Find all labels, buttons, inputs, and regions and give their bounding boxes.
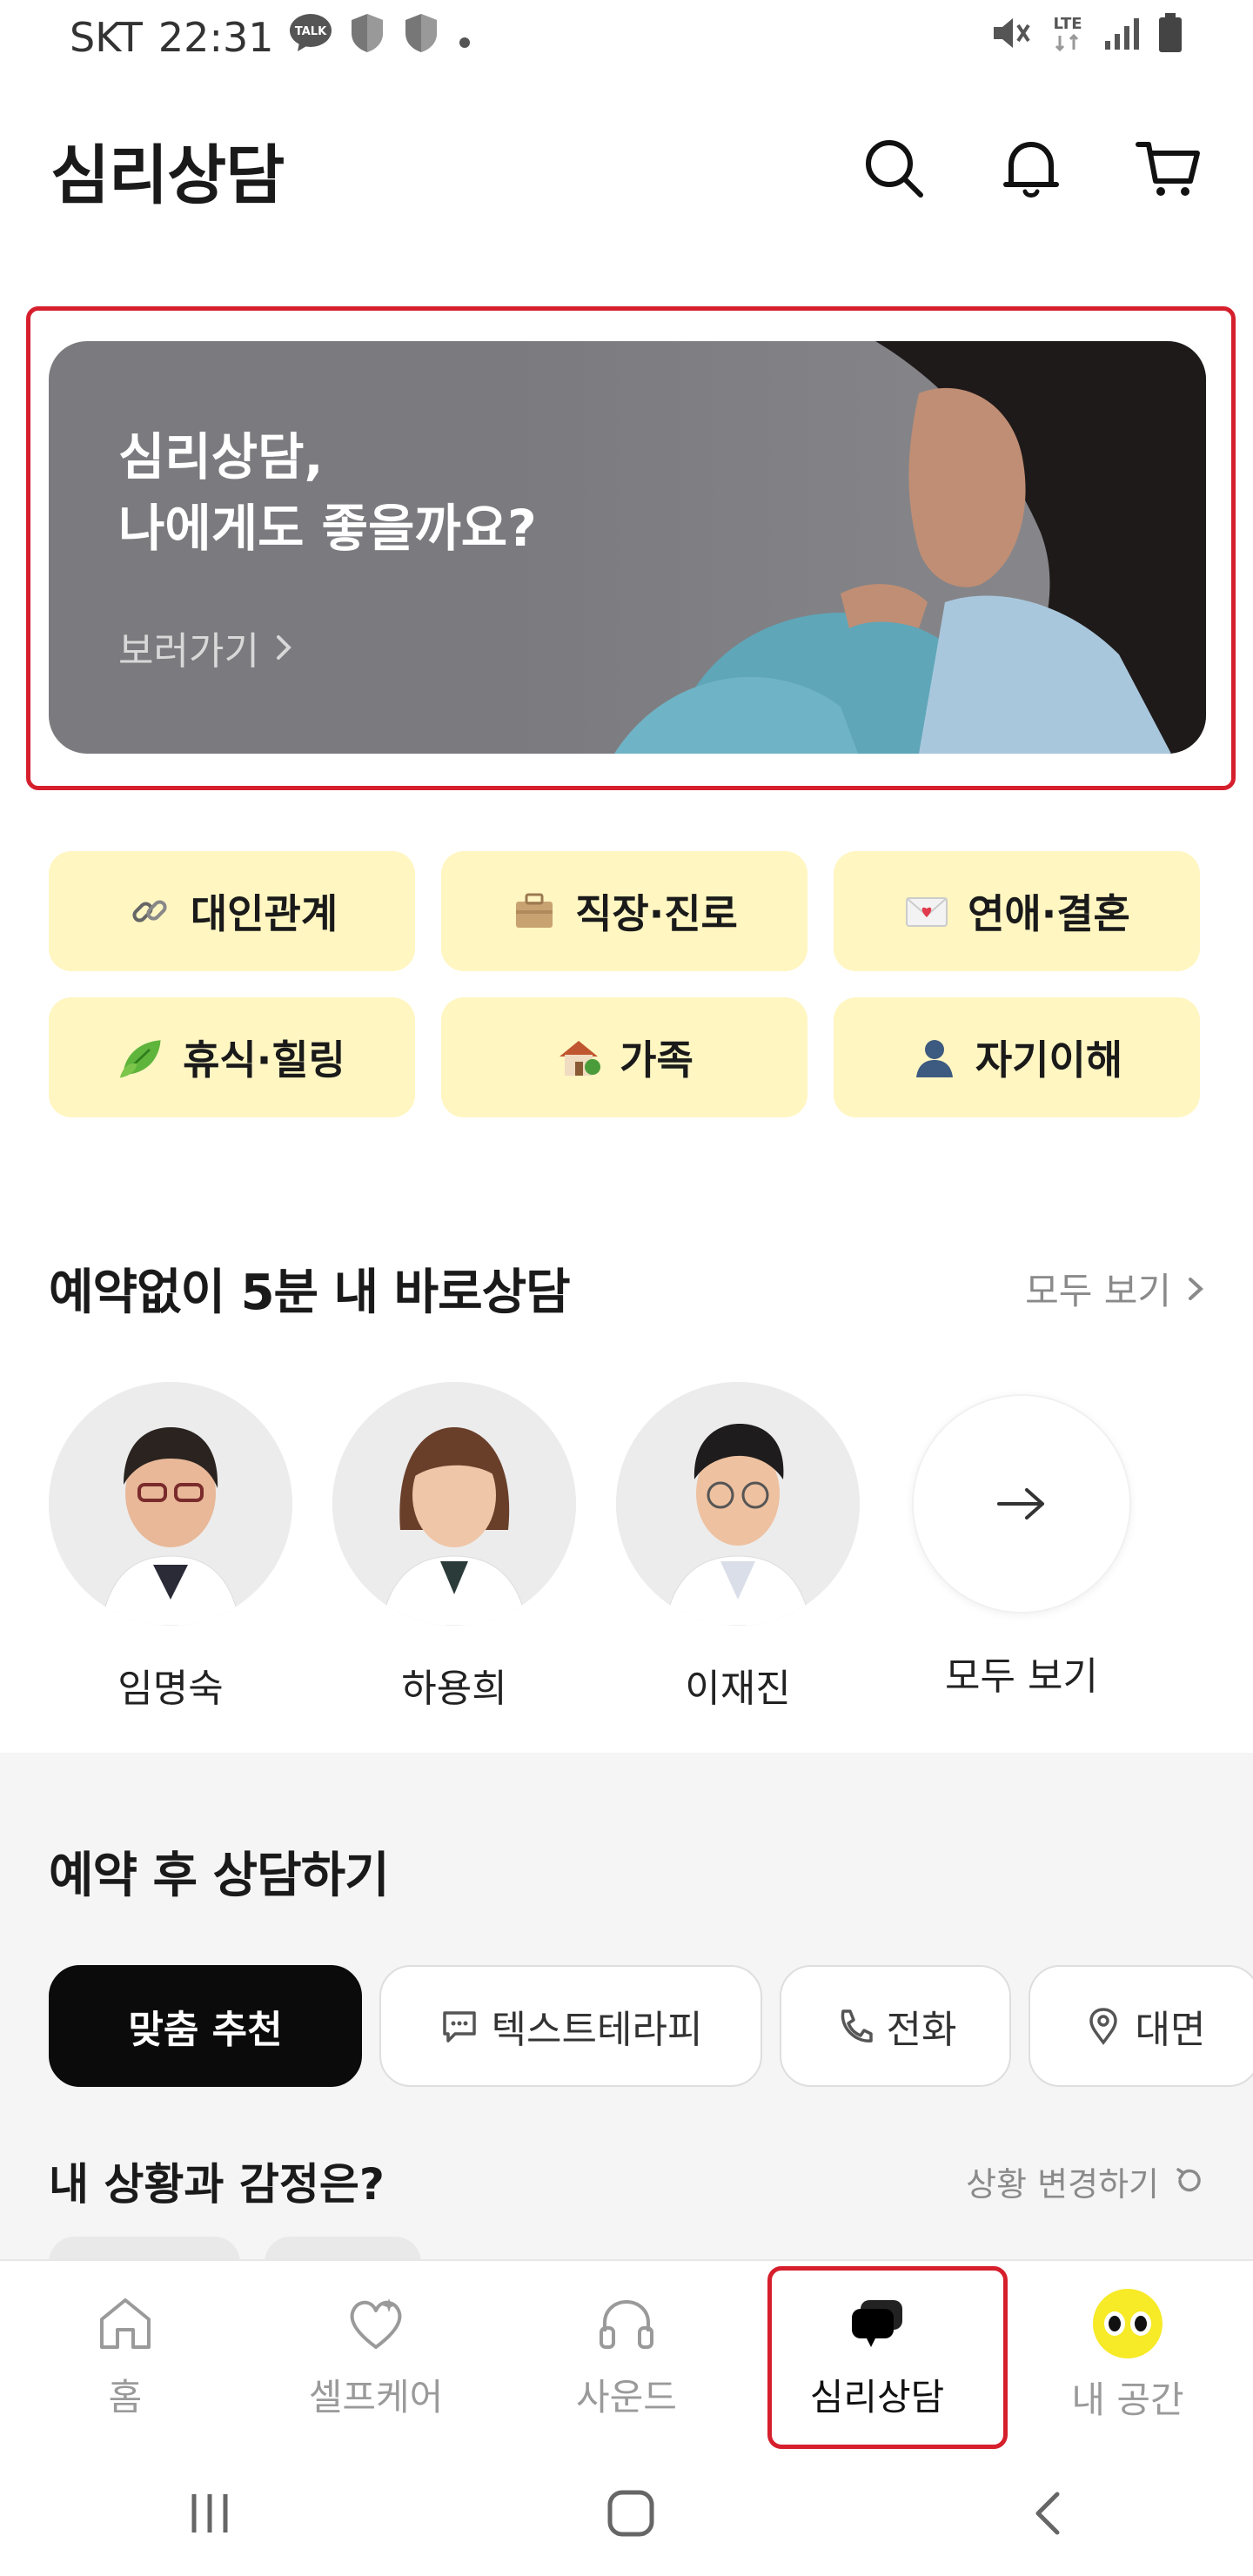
app-header: 심리상담 — [0, 113, 1253, 226]
avatar — [616, 1382, 860, 1626]
nav-home[interactable]: 홈 — [0, 2261, 251, 2451]
category-chip-relationship[interactable]: 대인관계 — [49, 851, 415, 971]
counselor-name: 하용희 — [401, 1667, 507, 1711]
section-title: 예약 후 상담하기 — [49, 1848, 390, 1904]
filter-text-therapy[interactable]: 텍스트테라피 — [379, 1965, 762, 2087]
avatar — [49, 1382, 292, 1626]
shield-icon — [348, 12, 386, 64]
banner-headline: 심리상담, 나에게도 좋을까요? — [118, 427, 537, 558]
cart-icon[interactable] — [1135, 134, 1203, 205]
recent-apps-icon[interactable] — [184, 2489, 236, 2538]
bottom-navigation: 홈 셀프케어 사운드 심리상담 내 공간 — [0, 2259, 1253, 2451]
person-icon — [911, 1034, 958, 1081]
home-icon — [100, 2298, 151, 2349]
mute-icon — [990, 13, 1032, 63]
category-chip-family[interactable]: 가족 — [441, 997, 807, 1117]
filter-in-person[interactable]: 대면 — [1029, 1965, 1253, 2087]
svg-text:TALK: TALK — [295, 25, 327, 38]
chevron-right-icon — [276, 635, 291, 660]
quick-counsel-header: 예약없이 5분 내 바로상담 모두 보기 — [49, 1253, 1206, 1324]
kakaotalk-icon: TALK — [289, 13, 332, 63]
my-space-face-icon — [1093, 2288, 1163, 2358]
filter-recommended[interactable]: 맞춤 추천 — [49, 1965, 362, 2087]
avatar — [332, 1382, 576, 1626]
see-all-counselors[interactable]: 모두 보기 — [900, 1382, 1143, 1713]
leaf-icon — [118, 1034, 165, 1081]
counselor-card[interactable]: 임명숙 — [49, 1382, 292, 1713]
category-chip-healing[interactable]: 휴식·힐링 — [49, 997, 415, 1117]
system-navigation-bar — [0, 2451, 1253, 2576]
carrier-label: SKT — [70, 14, 143, 61]
counselor-card[interactable]: 하용희 — [332, 1382, 576, 1713]
counsel-filter-tabs: 맞춤 추천 텍스트테라피 전화 대면 — [49, 1965, 1253, 2087]
category-chip-career[interactable]: 직장·진로 — [441, 851, 807, 971]
heart-icon — [350, 2298, 402, 2349]
section-title: 예약없이 5분 내 바로상담 — [49, 1265, 571, 1321]
filter-phone[interactable]: 전화 — [780, 1965, 1011, 2087]
home-button-icon[interactable] — [603, 2485, 659, 2541]
clock: 22:31 — [157, 14, 274, 61]
chevron-right-icon — [1189, 1277, 1203, 1300]
banner-photo — [510, 341, 1206, 754]
status-bar: SKT 22:31 TALK LTE — [0, 0, 1253, 75]
notification-dot-icon — [456, 14, 473, 61]
love-letter-icon — [903, 888, 950, 935]
arrow-right-icon — [997, 1488, 1044, 1519]
situation-row: 내 상황과 감정은? 상황 변경하기 — [49, 2150, 1206, 2212]
search-icon[interactable] — [860, 134, 928, 205]
category-chip-love[interactable]: 연애·결혼 — [834, 851, 1200, 971]
page-title: 심리상담 — [50, 138, 285, 213]
see-all-circle[interactable] — [912, 1394, 1131, 1613]
link-icon — [126, 888, 173, 935]
phone-icon — [841, 2009, 873, 2043]
situation-question: 내 상황과 감정은? — [49, 2159, 385, 2210]
counselor-list: 임명숙 하용희 이재진 모두 보기 — [49, 1382, 1206, 1713]
reserve-header: 예약 후 상담하기 — [49, 1836, 1206, 1907]
back-icon[interactable] — [1026, 2487, 1069, 2539]
chat-icon — [442, 2011, 476, 2043]
counselor-card[interactable]: 이재진 — [616, 1382, 860, 1713]
nav-selfcare[interactable]: 셀프케어 — [251, 2261, 501, 2451]
see-all-link[interactable]: 모두 보기 — [1025, 1262, 1206, 1315]
refresh-icon — [1176, 2168, 1201, 2192]
counselor-name: 임명숙 — [117, 1667, 224, 1711]
nav-my-space[interactable]: 내 공간 — [1002, 2261, 1253, 2451]
counselor-name: 이재진 — [685, 1667, 791, 1711]
battery-icon — [1157, 12, 1183, 64]
promo-banner[interactable]: 심리상담, 나에게도 좋을까요? 보러가기 — [49, 341, 1206, 754]
lte-icon: LTE — [1048, 11, 1088, 64]
svg-text:LTE: LTE — [1053, 15, 1082, 33]
shield-icon — [402, 12, 440, 64]
house-icon — [555, 1034, 602, 1081]
see-all-label: 모두 보기 — [945, 1654, 1098, 1699]
banner-cta[interactable]: 보러가기 — [118, 620, 296, 675]
category-grid: 대인관계 직장·진로 연애·결혼 휴식·힐링 가족 자기이해 — [49, 851, 1206, 1117]
nav-sound[interactable]: 사운드 — [501, 2261, 752, 2451]
headphones-icon — [600, 2299, 653, 2349]
category-chip-self-understanding[interactable]: 자기이해 — [834, 997, 1200, 1117]
briefcase-icon — [511, 888, 558, 935]
change-situation-button[interactable]: 상황 변경하기 — [966, 2157, 1206, 2205]
location-pin-icon — [1089, 2008, 1117, 2045]
nav-highlight-outline — [767, 2266, 1008, 2449]
signal-icon — [1103, 14, 1142, 61]
bell-icon[interactable] — [997, 134, 1065, 205]
